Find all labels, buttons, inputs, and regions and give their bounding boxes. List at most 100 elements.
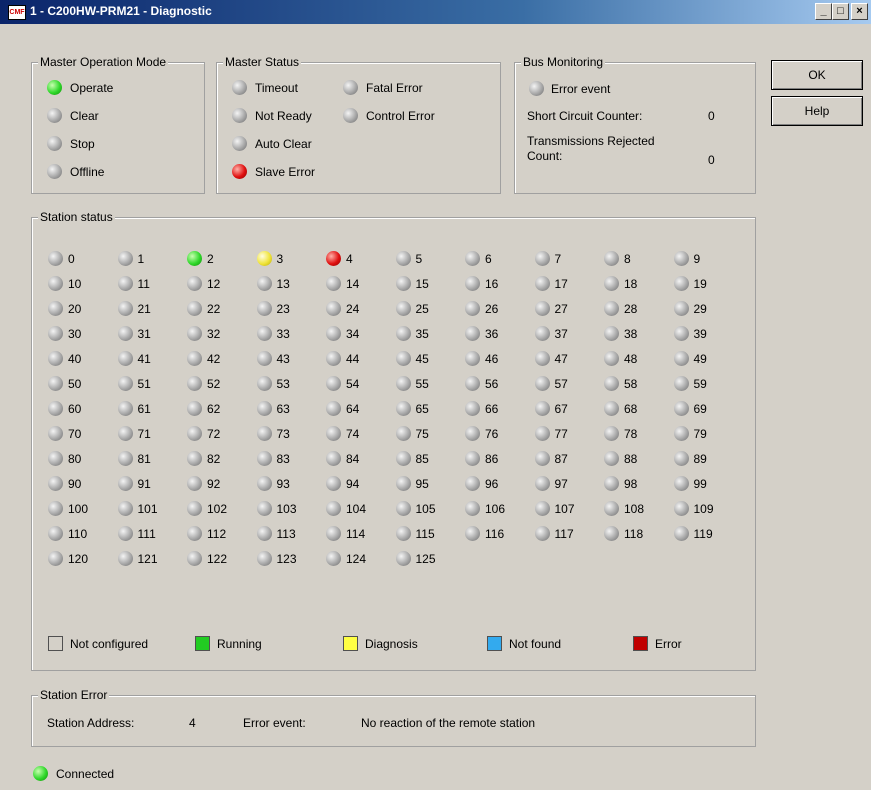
station-status-led-icon xyxy=(534,401,550,416)
station-status-led-icon xyxy=(673,426,689,441)
station-number: 82 xyxy=(207,452,221,466)
legend-label-not-configured: Not configured xyxy=(70,637,149,651)
station-number: 119 xyxy=(693,527,713,541)
legend-swatch-not-configured xyxy=(48,636,63,651)
station-42: 42 xyxy=(187,350,255,368)
station-status-led-icon xyxy=(534,501,550,516)
station-status-led-icon xyxy=(326,276,341,291)
station-6: 6 xyxy=(465,250,533,268)
station-status-led-icon xyxy=(465,451,480,466)
station-status-led-icon xyxy=(534,426,550,441)
help-button[interactable]: Help xyxy=(771,96,863,126)
maximize-button[interactable]: □ xyxy=(832,3,849,20)
transmissions-rejected-value: 0 xyxy=(708,153,715,167)
station-98: 98 xyxy=(604,475,672,493)
station-status-led-icon xyxy=(326,526,341,541)
station-number: 1 xyxy=(137,252,145,266)
station-number: 13 xyxy=(276,277,290,291)
station-status-led-icon xyxy=(326,301,341,316)
station-109: 109 xyxy=(673,500,742,518)
station-2: 2 xyxy=(187,250,255,268)
station-number: 4 xyxy=(346,252,353,266)
station-47: 47 xyxy=(534,350,603,368)
station-number: 92 xyxy=(207,477,221,491)
station-error-legend: Station Error xyxy=(38,688,110,702)
station-number: 102 xyxy=(207,502,228,516)
bus-monitoring-group: Bus Monitoring Error event Short Circuit… xyxy=(514,55,756,194)
station-51: 51 xyxy=(117,375,186,393)
station-status-led-icon xyxy=(48,251,63,266)
station-status-led-icon xyxy=(326,476,341,491)
station-status-led-icon xyxy=(604,326,619,341)
station-75: 75 xyxy=(395,425,464,443)
station-status-led-icon xyxy=(256,526,272,541)
station-status-led-icon xyxy=(465,376,480,391)
station-number: 120 xyxy=(68,552,89,566)
station-status-led-icon xyxy=(395,451,411,466)
station-status-led-icon xyxy=(48,526,63,541)
station-status-led-icon xyxy=(395,476,411,491)
minimize-button[interactable]: _ xyxy=(815,3,832,20)
station-7: 7 xyxy=(534,250,603,268)
station-52: 52 xyxy=(187,375,255,393)
station-55: 55 xyxy=(395,375,464,393)
station-number: 67 xyxy=(554,402,568,416)
station-status-led-icon xyxy=(604,501,619,516)
station-number: 118 xyxy=(624,527,644,541)
station-number: 87 xyxy=(554,452,568,466)
station-119: 119 xyxy=(673,525,742,543)
station-status-led-icon xyxy=(48,276,63,291)
station-number: 18 xyxy=(624,277,638,291)
station-90: 90 xyxy=(48,475,116,493)
station-number: 65 xyxy=(415,402,429,416)
station-status-led-icon xyxy=(187,476,202,491)
station-99: 99 xyxy=(673,475,742,493)
ok-button[interactable]: OK xyxy=(771,60,863,90)
station-status-led-icon xyxy=(117,301,133,316)
station-number: 84 xyxy=(346,452,360,466)
station-status-led-icon xyxy=(256,426,272,441)
station-status-led-icon xyxy=(117,276,133,291)
station-15: 15 xyxy=(395,275,464,293)
station-61: 61 xyxy=(117,400,186,418)
station-status-led-icon xyxy=(256,251,272,266)
station-number: 80 xyxy=(68,452,82,466)
station-59: 59 xyxy=(673,375,742,393)
station-number: 15 xyxy=(415,277,429,291)
station-46: 46 xyxy=(465,350,533,368)
station-35: 35 xyxy=(395,325,464,343)
station-status-led-icon xyxy=(326,326,341,341)
station-status-led-icon xyxy=(256,326,272,341)
station-68: 68 xyxy=(604,400,672,418)
station-status-led-icon xyxy=(256,476,272,491)
station-status-led-icon xyxy=(534,376,550,391)
station-4: 4 xyxy=(326,250,394,268)
station-17: 17 xyxy=(534,275,603,293)
connection-status: Connected xyxy=(56,767,115,781)
station-status-led-icon xyxy=(465,301,480,316)
station-status-led-icon xyxy=(48,376,63,391)
station-status-led-icon xyxy=(187,301,202,316)
station-number: 32 xyxy=(207,327,221,341)
station-status-led-icon xyxy=(117,451,133,466)
station-79: 79 xyxy=(673,425,742,443)
station-50: 50 xyxy=(48,375,116,393)
station-120: 120 xyxy=(48,550,116,568)
station-number: 35 xyxy=(415,327,429,341)
station-number: 116 xyxy=(485,527,505,541)
mode-operate-led-icon xyxy=(47,80,62,95)
station-113: 113 xyxy=(256,525,325,543)
station-number: 66 xyxy=(485,402,499,416)
close-button[interactable]: × xyxy=(851,3,868,20)
station-1: 1 xyxy=(117,250,186,268)
station-111: 111 xyxy=(117,525,186,543)
status-slave-error-led-icon xyxy=(232,164,247,179)
station-number: 101 xyxy=(137,502,158,516)
station-number: 113 xyxy=(276,527,296,541)
station-status-led-icon xyxy=(117,251,133,266)
station-status-led-icon xyxy=(395,551,411,566)
station-status-led-icon xyxy=(395,326,411,341)
station-status-led-icon xyxy=(187,501,202,516)
station-number: 95 xyxy=(415,477,429,491)
station-number: 98 xyxy=(624,477,638,491)
